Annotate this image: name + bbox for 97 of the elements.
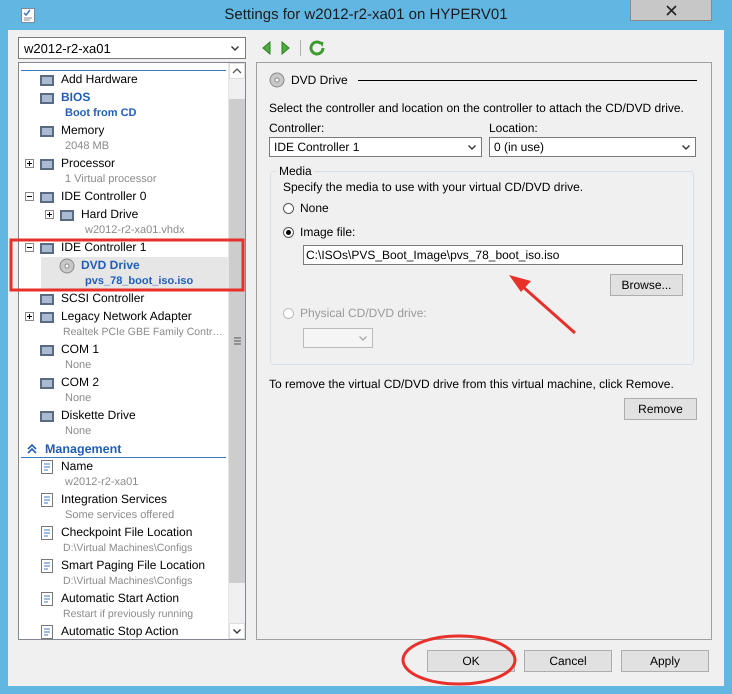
document-icon bbox=[39, 525, 55, 541]
expand-toggle-icon[interactable] bbox=[25, 159, 34, 168]
tree-item[interactable]: Processor bbox=[61, 156, 228, 171]
section-header[interactable]: Management bbox=[45, 442, 122, 456]
close-button[interactable] bbox=[630, 0, 712, 21]
tree-item[interactable]: Add Hardware bbox=[61, 72, 228, 87]
chevron-up-icon bbox=[232, 67, 242, 75]
tree-item-detail: 2048 MB bbox=[64, 139, 110, 154]
device-icon bbox=[39, 240, 55, 256]
radio-label[interactable]: None bbox=[300, 201, 329, 215]
scroll-up-button[interactable] bbox=[229, 63, 245, 79]
device-icon bbox=[39, 408, 55, 424]
tree-item[interactable]: BIOS bbox=[61, 90, 228, 105]
tree-item-detail: Some services offered bbox=[64, 508, 176, 523]
tree-item-detail: Realtek PCIe GBE Family Contr… bbox=[62, 325, 224, 340]
browse-button[interactable]: Browse... bbox=[610, 274, 683, 296]
tree-item-detail: pvs_78_boot_iso.iso bbox=[84, 274, 194, 289]
chevron-down-icon bbox=[232, 626, 242, 636]
tree-item[interactable]: Integration Services bbox=[61, 492, 228, 507]
tree-item[interactable]: Legacy Network Adapter bbox=[61, 309, 228, 324]
tree-item-detail: D:\Virtual Machines\Configs bbox=[62, 541, 194, 556]
chevron-down-icon bbox=[467, 142, 477, 152]
tree-item[interactable]: Automatic Start Action bbox=[61, 591, 228, 606]
tree-item[interactable]: Automatic Stop Action bbox=[61, 624, 228, 639]
tree-item[interactable]: COM 1 bbox=[61, 342, 228, 357]
tree-item-detail: D:\Virtual Machines\Configs bbox=[62, 574, 194, 589]
device-icon bbox=[39, 123, 55, 139]
tree-item[interactable]: Name bbox=[61, 459, 228, 474]
device-icon bbox=[39, 342, 55, 358]
radio-button[interactable] bbox=[283, 226, 294, 238]
window-title: Settings for w2012-r2-xa01 on HYPERV01 bbox=[223, 6, 509, 23]
tree-item[interactable]: Checkpoint File Location bbox=[61, 525, 228, 540]
expand-toggle-icon[interactable] bbox=[25, 312, 34, 321]
document-icon bbox=[39, 558, 55, 574]
tree-item-detail: w2012-r2-xa01.vhdx bbox=[84, 223, 186, 238]
cancel-button[interactable]: Cancel bbox=[524, 650, 612, 672]
tree-item-detail: None bbox=[64, 391, 92, 406]
forward-arrow-icon[interactable] bbox=[280, 40, 292, 56]
grip-icon bbox=[234, 337, 240, 345]
device-icon bbox=[39, 189, 55, 205]
disc-icon bbox=[59, 258, 75, 274]
chevron-down-icon bbox=[358, 333, 368, 343]
chevron-down-icon bbox=[230, 43, 240, 53]
disc-icon bbox=[269, 72, 285, 88]
tree-item-detail: Restart if previously running bbox=[62, 607, 194, 622]
location-dropdown[interactable]: 0 (in use) bbox=[489, 137, 696, 157]
collapse-toggle-icon[interactable] bbox=[25, 192, 34, 201]
scroll-down-button[interactable] bbox=[229, 623, 245, 639]
document-icon bbox=[39, 591, 55, 607]
device-icon bbox=[39, 375, 55, 391]
remove-button[interactable]: Remove bbox=[624, 398, 697, 420]
tree-item[interactable]: SCSI Controller bbox=[61, 291, 228, 306]
tree-item[interactable]: Memory bbox=[61, 123, 228, 138]
collapse-chevrons-icon[interactable] bbox=[27, 443, 37, 454]
media-description: Specify the media to use with your virtual CD/DVD drive. bbox=[283, 180, 584, 194]
ok-button[interactable]: OK bbox=[427, 650, 515, 672]
tree-item-detail: Boot from CD bbox=[64, 106, 138, 121]
tree-item[interactable]: IDE Controller 1 bbox=[61, 240, 228, 255]
tree-item[interactable]: Hard Drive bbox=[81, 207, 228, 222]
instruction-text: Select the controller and location on the controller to attach the CD/DVD drive. bbox=[269, 101, 685, 116]
tree-item[interactable]: COM 2 bbox=[61, 375, 228, 390]
section-heading: DVD Drive bbox=[291, 73, 348, 87]
radio-button[interactable] bbox=[283, 202, 294, 214]
radio-label[interactable]: Image file: bbox=[300, 225, 356, 239]
remove-hint-text: To remove the virtual CD/DVD drive from this virtual machine, click Remove. bbox=[269, 377, 675, 391]
tree-item-detail: 1 Virtual processor bbox=[64, 172, 158, 187]
device-icon bbox=[39, 156, 55, 172]
device-icon bbox=[39, 291, 55, 307]
group-legend: Media bbox=[277, 164, 314, 178]
field-label: Controller: bbox=[269, 121, 326, 135]
controller-dropdown[interactable]: IDE Controller 1 bbox=[269, 137, 482, 157]
chevron-down-icon bbox=[681, 142, 691, 152]
apply-button[interactable]: Apply bbox=[621, 650, 709, 672]
tree-item[interactable]: Diskette Drive bbox=[61, 408, 228, 423]
device-icon bbox=[39, 90, 55, 106]
back-arrow-icon[interactable] bbox=[260, 40, 272, 56]
scrollbar-thumb[interactable] bbox=[229, 99, 245, 583]
device-icon bbox=[39, 72, 55, 88]
expand-toggle-icon[interactable] bbox=[45, 210, 54, 219]
collapse-toggle-icon[interactable] bbox=[25, 243, 34, 252]
tree-item-detail: w2012-r2-xa01 bbox=[64, 475, 140, 490]
document-icon bbox=[39, 492, 55, 508]
tree-item-detail: None bbox=[64, 424, 92, 439]
device-icon bbox=[59, 207, 75, 223]
annotation-arrow bbox=[509, 275, 576, 334]
tree-item[interactable]: Smart Paging File Location bbox=[61, 558, 228, 573]
tree-item[interactable]: IDE Controller 0 bbox=[61, 189, 228, 204]
device-icon bbox=[39, 309, 55, 325]
field-label: Location: bbox=[489, 121, 539, 135]
close-icon bbox=[666, 4, 676, 16]
refresh-icon[interactable] bbox=[309, 40, 326, 56]
settings-app-icon bbox=[20, 6, 36, 24]
document-icon bbox=[39, 459, 55, 475]
tree-item-detail: None bbox=[64, 358, 92, 373]
image-path-field[interactable]: C:\ISOs\PVS_Boot_Image\pvs_78_boot_iso.iso bbox=[303, 245, 683, 265]
tree-item[interactable]: DVD Drive bbox=[81, 258, 228, 273]
vm-selector-dropdown[interactable]: w2012-r2-xa01 bbox=[18, 37, 246, 59]
